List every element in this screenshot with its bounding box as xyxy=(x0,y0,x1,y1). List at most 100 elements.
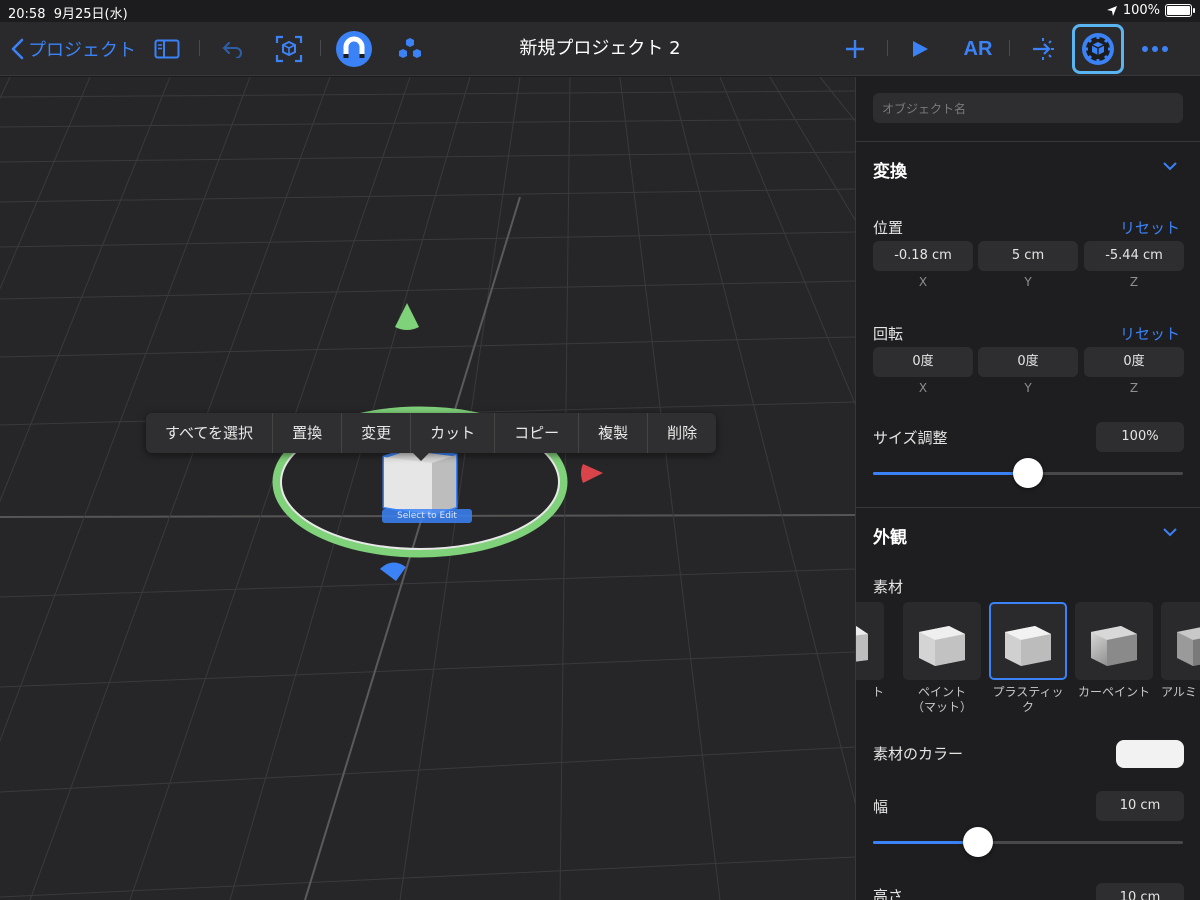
material-color-swatch[interactable] xyxy=(1116,740,1184,768)
select-to-edit-badge[interactable]: Select to Edit xyxy=(382,509,472,523)
menu-item-copy[interactable]: コピー xyxy=(494,413,578,453)
menu-item-delete[interactable]: 削除 xyxy=(647,413,716,453)
focus-cube-icon xyxy=(275,35,303,63)
inspector-button[interactable] xyxy=(1072,24,1124,74)
ar-label: AR xyxy=(963,37,993,60)
plus-icon xyxy=(846,40,864,58)
status-bar: 20:58 9月25日(水) 100% xyxy=(0,0,1200,22)
cube-thumb-icon xyxy=(1177,627,1200,666)
cube-thumb-icon xyxy=(919,626,965,666)
material-thumb xyxy=(1075,602,1153,680)
scale-slider-thumb[interactable] xyxy=(1013,458,1043,488)
material-thumb xyxy=(856,602,884,680)
play-button[interactable] xyxy=(905,22,935,76)
status-time: 20:58 9月25日(水) xyxy=(8,7,128,22)
toolbar-separator xyxy=(320,40,321,56)
menu-item-duplicate[interactable]: 複製 xyxy=(578,413,647,453)
material-picker: ト ペイント （マット） プラスティック カーペイント アルミ xyxy=(856,602,1200,722)
sparkle-arrow-icon xyxy=(1033,38,1054,60)
context-menu: すべてを選択 置換 変更 カット コピー 複製 削除 xyxy=(146,413,717,453)
ground-grid xyxy=(0,77,855,900)
sidebar-icon xyxy=(154,39,180,59)
width-slider[interactable] xyxy=(873,827,1183,857)
chevron-left-icon xyxy=(11,38,24,60)
snap-magnet-button[interactable] xyxy=(335,22,373,76)
gear-cube-icon xyxy=(1082,33,1114,65)
material-option[interactable]: アルミ xyxy=(1161,602,1200,700)
sidebar-toggle-button[interactable] xyxy=(152,22,182,76)
rotation-reset-button[interactable]: リセット xyxy=(1120,323,1180,344)
axis-label-z: Z xyxy=(1129,381,1139,395)
material-thumb xyxy=(1161,602,1200,680)
material-thumb xyxy=(989,602,1067,680)
ar-button[interactable]: AR xyxy=(958,22,998,76)
cubes-icon xyxy=(399,38,421,58)
magnet-icon xyxy=(336,31,372,67)
cube-thumb-icon xyxy=(1091,626,1137,666)
add-button[interactable] xyxy=(840,22,870,76)
width-value-field[interactable]: 10 cm xyxy=(1096,791,1184,821)
position-z-field[interactable]: -5.44 cm xyxy=(1084,241,1184,271)
rotation-label: 回転 xyxy=(873,325,904,343)
rotation-x-field[interactable]: 0度 xyxy=(873,347,973,377)
battery-percent: 100% xyxy=(1122,3,1160,18)
axis-label-y: Y xyxy=(1024,275,1032,289)
focus-button[interactable] xyxy=(273,22,305,76)
material-name: ペイント （マット） xyxy=(911,685,972,714)
material-option[interactable]: ペイント （マット） xyxy=(903,602,981,715)
project-title: 新規プロジェクト 2 xyxy=(519,38,681,59)
position-x-field[interactable]: -0.18 cm xyxy=(873,241,973,271)
material-option-selected[interactable]: プラスティック xyxy=(989,602,1067,715)
x-axis-handle[interactable] xyxy=(581,464,603,483)
scale-slider-fill xyxy=(873,472,1028,475)
material-color-label: 素材のカラー xyxy=(873,745,964,763)
scale-slider[interactable] xyxy=(873,458,1183,488)
toolbar-separator xyxy=(887,40,888,56)
material-option[interactable]: ト xyxy=(856,602,884,700)
object-name-input[interactable]: オブジェクト名 xyxy=(873,93,1183,123)
back-button[interactable]: プロジェクト xyxy=(10,22,136,76)
menu-item-modify[interactable]: 変更 xyxy=(341,413,410,453)
scale-value-field[interactable]: 100% xyxy=(1096,422,1184,452)
position-y-field[interactable]: 5 cm xyxy=(978,241,1078,271)
material-name: アルミ xyxy=(1161,685,1197,699)
axis-label-x: X xyxy=(918,381,928,395)
transform-section-title: 変換 xyxy=(873,162,907,182)
rotation-z-field[interactable]: 0度 xyxy=(1084,347,1184,377)
scale-label: サイズ調整 xyxy=(873,429,948,447)
battery-icon xyxy=(1165,4,1195,17)
position-label: 位置 xyxy=(873,219,904,237)
cube-thumb-icon xyxy=(856,626,868,662)
cube-thumb-icon xyxy=(1005,626,1051,666)
scene-objects-button[interactable] xyxy=(394,22,426,76)
undo-button[interactable] xyxy=(218,22,248,76)
material-option[interactable]: カーペイント xyxy=(1075,602,1153,700)
material-name: カーペイント xyxy=(1077,685,1150,699)
axis-label-z: Z xyxy=(1129,275,1139,289)
menu-item-select-all[interactable]: すべてを選択 xyxy=(146,413,272,453)
height-value-field[interactable]: 10 cm xyxy=(1096,883,1184,900)
more-button[interactable] xyxy=(1138,22,1172,76)
context-menu-arrow xyxy=(413,453,429,461)
scene-viewport[interactable]: Select to Edit すべてを選択 置換 変更 カット コピー 複製 削… xyxy=(0,77,855,900)
position-reset-button[interactable]: リセット xyxy=(1120,217,1180,238)
material-label: 素材 xyxy=(873,578,904,596)
behaviors-button[interactable] xyxy=(1027,22,1059,76)
width-slider-thumb[interactable] xyxy=(963,827,994,857)
menu-item-replace[interactable]: 置換 xyxy=(272,413,341,453)
axis-label-x: X xyxy=(918,275,928,289)
inspector-panel: オブジェクト名 変換 位置 リセット -0.18 cm 5 cm -5.44 c… xyxy=(855,77,1200,900)
panel-divider xyxy=(856,141,1200,142)
material-name: ト xyxy=(871,685,884,699)
y-axis-handle[interactable] xyxy=(395,303,419,330)
chevron-down-icon[interactable] xyxy=(1162,161,1178,171)
toolbar-separator xyxy=(199,40,200,56)
axis-label-y: Y xyxy=(1024,381,1032,395)
ellipsis-icon xyxy=(1142,46,1168,52)
location-icon xyxy=(1106,5,1117,16)
menu-item-cut[interactable]: カット xyxy=(410,413,494,453)
z-axis-handle[interactable] xyxy=(380,562,406,581)
chevron-down-icon[interactable] xyxy=(1162,527,1178,537)
rotation-y-field[interactable]: 0度 xyxy=(978,347,1078,377)
undo-icon xyxy=(222,42,242,58)
